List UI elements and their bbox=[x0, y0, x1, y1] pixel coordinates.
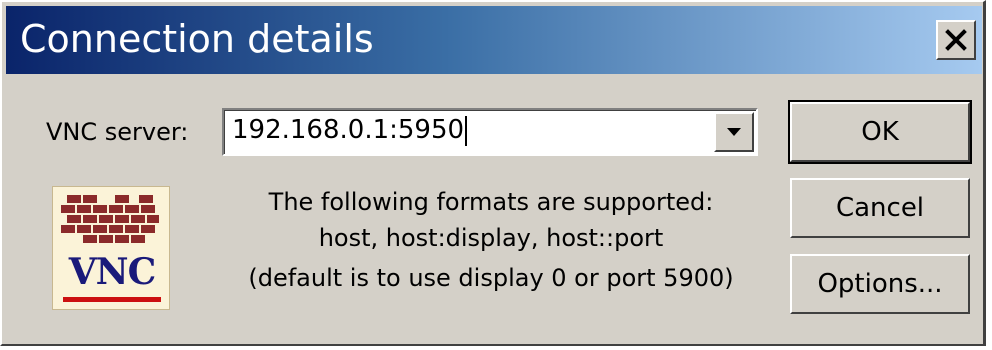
options-button[interactable]: Options... bbox=[790, 254, 970, 314]
logo-vnc-text: VNC bbox=[68, 251, 157, 293]
logo-underline bbox=[63, 297, 161, 302]
info-formats-heading: The following formats are supported: bbox=[268, 188, 714, 216]
tight-brick-logo-icon bbox=[61, 195, 159, 243]
connection-dialog: Connection details VNC server: 192.168.0… bbox=[0, 0, 986, 346]
ok-button[interactable]: OK bbox=[788, 100, 972, 164]
dropdown-button[interactable] bbox=[714, 112, 754, 152]
vnc-server-input[interactable]: 192.168.0.1:5950 bbox=[232, 115, 468, 146]
cancel-button[interactable]: Cancel bbox=[790, 178, 970, 238]
vnc-server-label: VNC server: bbox=[46, 118, 189, 146]
vnc-server-combobox[interactable]: 192.168.0.1:5950 bbox=[222, 108, 758, 156]
window-title: Connection details bbox=[20, 17, 374, 61]
info-default-note: (default is to use display 0 or port 590… bbox=[248, 264, 734, 292]
tightvnc-logo: VNC bbox=[52, 186, 170, 310]
close-button[interactable] bbox=[936, 20, 976, 60]
info-formats-list: host, host:display, host::port bbox=[318, 224, 664, 252]
close-icon bbox=[945, 29, 967, 51]
text-caret bbox=[465, 115, 468, 146]
title-bar[interactable]: Connection details bbox=[6, 6, 982, 74]
vnc-server-value: 192.168.0.1:5950 bbox=[232, 115, 465, 145]
chevron-down-icon bbox=[727, 128, 741, 136]
